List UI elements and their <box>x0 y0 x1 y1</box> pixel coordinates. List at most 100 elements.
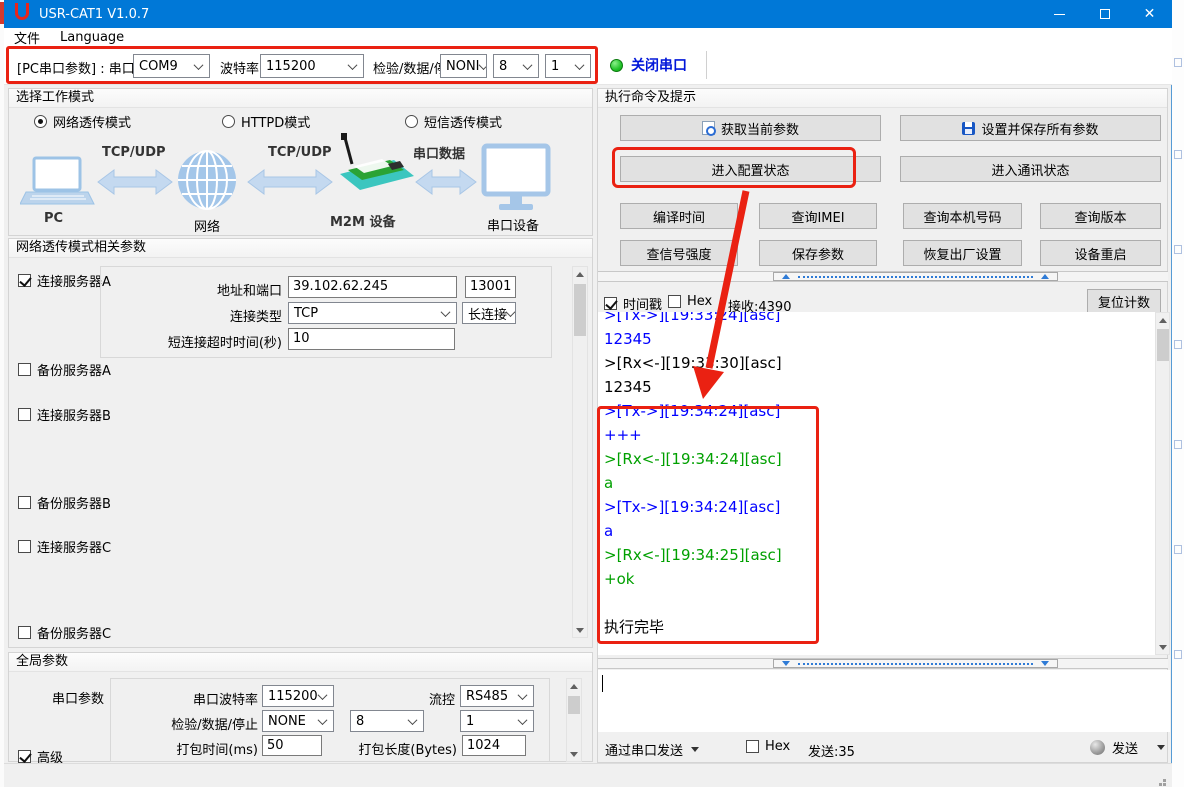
keep-alive-value: 长连接 <box>468 304 507 323</box>
pack-time-input[interactable]: 50 <box>262 735 322 756</box>
serial-baud-value: 115200 <box>268 689 318 704</box>
device-restart-button[interactable]: 设备重启 <box>1040 240 1161 266</box>
conn-type-select[interactable]: TCP <box>288 302 457 324</box>
log-line: 12345 <box>604 375 1155 399</box>
checkbox-send-hex[interactable]: Hex <box>746 739 790 754</box>
query-signal-strength-button[interactable]: 查信号强度 <box>620 240 738 266</box>
enter-config-state-button[interactable]: 进入配置状态 <box>620 156 881 182</box>
checkbox-server-b[interactable]: 连接服务器B <box>18 405 111 424</box>
checkbox-label: 连接服务器B <box>37 405 111 424</box>
checkbox-server-a[interactable]: 连接服务器A <box>18 271 111 290</box>
serial-parity-select[interactable]: NONE <box>262 710 334 732</box>
serial-stop-bits-select[interactable]: 1 <box>460 710 534 732</box>
data-bits-value: 8 <box>499 59 507 74</box>
radio-sms-transparent-mode[interactable]: 短信透传模式 <box>405 112 502 131</box>
checkbox-icon <box>746 740 759 753</box>
baud-select[interactable]: 115200 <box>260 54 364 78</box>
chevron-down-icon <box>506 307 516 317</box>
query-local-number-button[interactable]: 查询本机号码 <box>903 203 1022 229</box>
send-input[interactable] <box>598 670 1170 732</box>
chevron-down-icon <box>441 307 451 317</box>
background-glyph-fragment <box>1174 340 1182 349</box>
button-label: 查信号强度 <box>646 244 711 263</box>
compile-time-button[interactable]: 编译时间 <box>620 203 738 229</box>
close-serial-port-button[interactable]: 关闭串口 <box>610 51 687 79</box>
title-bar: USR-CAT1 V1.0.7 ✕ <box>4 0 1172 28</box>
short-conn-timeout-input[interactable]: 10 <box>288 328 455 350</box>
log-splitter-bottom[interactable] <box>598 658 1168 669</box>
background-glyph-fragment <box>1174 245 1182 254</box>
flow-control-select[interactable]: RS485 <box>460 685 534 707</box>
com-port-select[interactable]: COM9 <box>133 54 210 78</box>
serial-baud-select[interactable]: 115200 <box>262 685 334 707</box>
minimize-icon <box>1054 14 1065 15</box>
server-port-input[interactable]: 13001 <box>465 276 516 298</box>
checkbox-backup-c[interactable]: 备份服务器C <box>18 623 111 642</box>
pack-length-label: 打包长度(Bytes) <box>345 739 457 758</box>
stop-bits-select[interactable]: 1 <box>545 54 591 78</box>
checkbox-icon <box>18 540 31 553</box>
reset-count-button[interactable]: 复位计数 <box>1087 289 1161 313</box>
send-via-serial-dropdown[interactable]: 通过串口发送 <box>605 740 699 759</box>
scrollbar-thumb[interactable] <box>568 696 580 714</box>
text-caret <box>602 675 603 692</box>
close-serial-port-label: 关闭串口 <box>631 55 687 75</box>
log-splitter-top[interactable] <box>598 271 1168 282</box>
resize-grip[interactable] <box>1163 779 1166 782</box>
set-save-all-params-button[interactable]: 设置并保存所有参数 <box>900 115 1161 141</box>
server-address-input[interactable]: 39.102.62.245 <box>288 276 457 298</box>
save-params-button[interactable]: 保存参数 <box>759 240 877 266</box>
window-title: USR-CAT1 V1.0.7 <box>39 7 149 22</box>
checkbox-timestamp[interactable]: 时间戳 <box>604 294 662 313</box>
scroll-down-icon[interactable] <box>573 623 587 637</box>
log-lines: >[Tx->][19:33:24][asc]12345>[Rx<-][19:33… <box>598 312 1155 639</box>
minimize-button[interactable] <box>1037 0 1082 28</box>
serial-data-bits-value: 8 <box>356 714 364 729</box>
radio-net-transparent-mode[interactable]: 网络透传模式 <box>34 112 131 131</box>
scroll-up-icon[interactable] <box>1156 313 1170 327</box>
query-imei-button[interactable]: 查询IMEI <box>759 203 877 229</box>
global-params-scrollbar[interactable] <box>566 678 582 762</box>
node-label-m2m: M2M 设备 <box>330 211 395 230</box>
stop-bits-value: 1 <box>551 59 559 74</box>
data-bits-select[interactable]: 8 <box>493 54 539 78</box>
pack-length-input[interactable]: 1024 <box>462 735 526 756</box>
enter-comm-state-button[interactable]: 进入通讯状态 <box>900 156 1161 182</box>
send-button[interactable]: 发送 <box>1090 738 1165 757</box>
button-label: 进入通讯状态 <box>991 160 1069 179</box>
maximize-button[interactable] <box>1082 0 1127 28</box>
scroll-up-icon[interactable] <box>567 679 581 693</box>
checkbox-backup-a[interactable]: 备份服务器A <box>18 360 111 379</box>
parity-select[interactable]: NONI <box>440 54 487 78</box>
checkbox-backup-b[interactable]: 备份服务器B <box>18 493 111 512</box>
chevron-down-icon <box>1157 745 1165 750</box>
scroll-down-icon[interactable] <box>1156 640 1170 654</box>
collapse-down-icon <box>1041 661 1049 666</box>
work-mode-caption: 选择工作模式 <box>9 89 592 108</box>
get-current-params-button[interactable]: 获取当前参数 <box>620 115 881 141</box>
close-button[interactable]: ✕ <box>1127 0 1172 28</box>
keep-alive-select[interactable]: 长连接 <box>462 302 516 324</box>
parity-value: NONI <box>446 59 480 74</box>
scroll-up-icon[interactable] <box>573 267 587 281</box>
menu-language[interactable]: Language <box>50 30 134 45</box>
radio-httpd-mode[interactable]: HTTPD模式 <box>222 112 310 131</box>
checkbox-recv-hex[interactable]: Hex <box>668 294 712 309</box>
checkbox-label: 连接服务器C <box>37 537 111 556</box>
serial-data-bits-select[interactable]: 8 <box>350 710 424 732</box>
log-line: >[Tx->][19:34:24][asc] <box>604 399 1155 423</box>
scroll-down-icon[interactable] <box>567 747 581 761</box>
splitter-handle[interactable] <box>773 272 1058 281</box>
checkbox-server-c[interactable]: 连接服务器C <box>18 537 111 556</box>
factory-reset-button[interactable]: 恢复出厂设置 <box>903 240 1022 266</box>
splitter-handle[interactable] <box>773 659 1058 668</box>
scrollbar-thumb[interactable] <box>574 284 586 336</box>
scrollbar-thumb[interactable] <box>1157 329 1169 361</box>
net-params-scrollbar[interactable] <box>572 266 588 638</box>
menu-file[interactable]: 文件 <box>4 28 50 47</box>
receive-log[interactable]: >[Tx->][19:33:24][asc]12345>[Rx<-][19:33… <box>598 312 1155 655</box>
com-port-value: COM9 <box>139 59 178 74</box>
checkbox-label: 备份服务器C <box>37 623 111 642</box>
query-version-button[interactable]: 查询版本 <box>1040 203 1161 229</box>
log-scrollbar[interactable] <box>1155 312 1170 655</box>
